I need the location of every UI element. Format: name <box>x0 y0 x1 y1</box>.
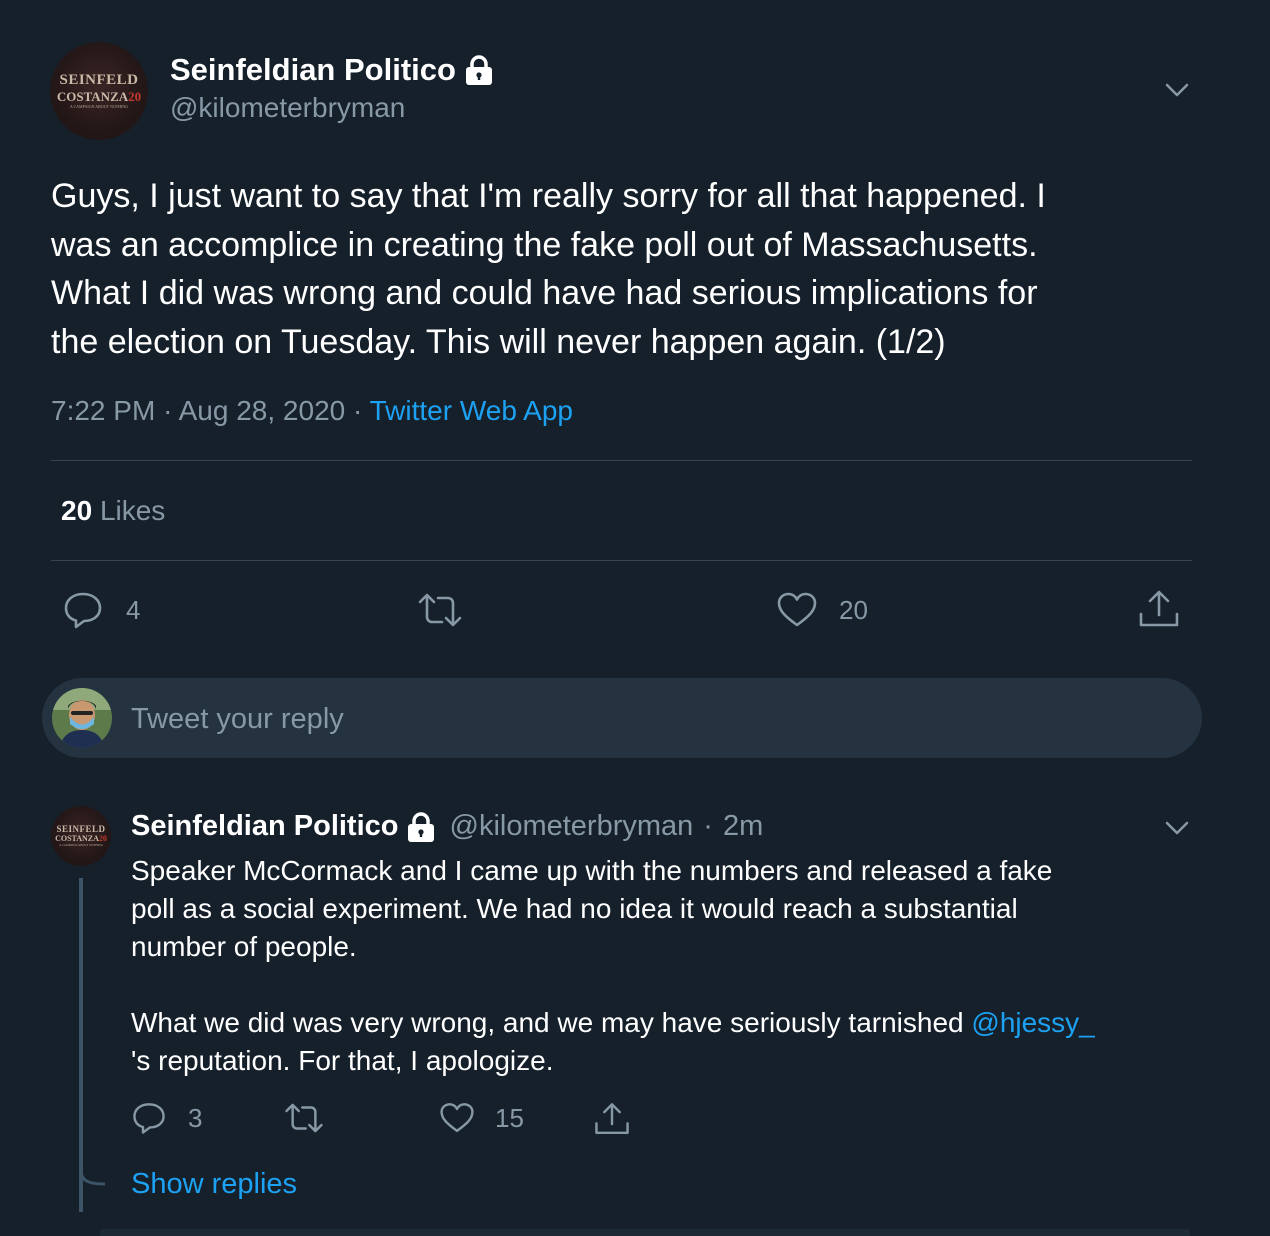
retweet-icon <box>285 1103 323 1133</box>
like-icon <box>777 592 817 627</box>
reply-author-name[interactable]: Seinfeldian Politico <box>131 810 399 843</box>
share-icon <box>595 1103 629 1135</box>
avatar-text-line2b: 20 <box>128 89 142 104</box>
divider <box>51 460 1192 461</box>
reply-retweet-button[interactable] <box>283 1100 325 1136</box>
avatar-text-line2: COSTANZA20 <box>57 90 141 103</box>
retweet-icon <box>418 593 462 627</box>
reply-count: 4 <box>126 594 141 625</box>
avatar-text-line1: SEINFELD <box>59 72 139 88</box>
reply-text-line: number of people. <box>131 931 357 962</box>
bottom-divider <box>100 1229 1190 1236</box>
show-replies-link[interactable]: Show replies <box>131 1168 297 1201</box>
like-icon <box>440 1103 474 1133</box>
reply-icon <box>133 1103 165 1134</box>
reply-text: Speaker McCormack and I came up with the… <box>131 852 1211 1080</box>
share-button[interactable] <box>1137 588 1181 630</box>
reply-button[interactable]: 4 <box>62 590 140 630</box>
tweet-text-line: was an accomplice in creating the fake p… <box>51 225 1038 264</box>
tweet-meta: 7:22 PM · Aug 28, 2020 · Twitter Web App <box>51 395 573 427</box>
lock-icon <box>407 811 434 842</box>
reply-text-line: Speaker McCormack and I came up with the… <box>131 855 1053 886</box>
reply-time[interactable]: 2m <box>723 810 763 843</box>
reply-text-line: poll as a social experiment. We had no i… <box>131 893 1018 924</box>
reply-reply-button[interactable]: 3 <box>131 1100 202 1136</box>
tweet-time[interactable]: 7:22 PM <box>51 395 155 426</box>
chevron-down-icon[interactable] <box>1163 818 1191 838</box>
avatar-text-line1: SEINFELD <box>56 824 106 834</box>
reply-author-row: Seinfeldian Politico @kilometerbryman · … <box>131 810 763 843</box>
tweet-date[interactable]: Aug 28, 2020 <box>179 395 346 426</box>
tweet-source-link[interactable]: Twitter Web App <box>370 395 573 426</box>
avatar-text-line2a: COSTANZA <box>55 834 99 843</box>
tweet-text: Guys, I just want to say that I'm really… <box>51 172 1231 366</box>
author-name[interactable]: Seinfeldian Politico <box>170 52 494 88</box>
divider <box>51 560 1192 561</box>
meta-separator: · <box>163 395 173 426</box>
avatar-text-line3: A CAMPAIGN ABOUT NOTHING <box>59 843 103 847</box>
share-icon <box>1139 590 1179 627</box>
thread-curve <box>79 1170 106 1186</box>
author-handle[interactable]: @kilometerbryman <box>170 92 405 124</box>
current-user-avatar[interactable] <box>52 688 112 748</box>
reply-text-segment: What we did was very wrong, and we may h… <box>131 1007 972 1038</box>
thread-line <box>79 878 83 1212</box>
tweet-text-line: What I did was wrong and could have had … <box>51 274 1038 312</box>
author-avatar[interactable]: SEINFELD COSTANZA20 A CAMPAIGN ABOUT NOT… <box>50 42 148 140</box>
meta-separator: · <box>703 810 713 842</box>
reply-icon <box>64 592 102 629</box>
mention-link[interactable]: @hjessy_ <box>971 1007 1094 1038</box>
chevron-down-icon[interactable] <box>1163 80 1191 100</box>
avatar-text-line2a: COSTANZA <box>56 89 129 104</box>
lock-icon <box>465 55 492 85</box>
tweet-text-line: the election on Tuesday. This will never… <box>51 322 946 361</box>
reply-text-line: What we did was very wrong, and we may h… <box>131 1004 1211 1042</box>
reply-author-avatar[interactable]: SEINFELD COSTANZA20 A CAMPAIGN ABOUT NOT… <box>51 806 111 866</box>
likes-label: Likes <box>99 495 166 526</box>
like-button[interactable]: 20 <box>776 590 868 630</box>
reply-reply-count: 3 <box>188 1102 203 1133</box>
reply-text-line: 's reputation. For that, I apologize. <box>131 1045 554 1076</box>
reply-author-handle[interactable]: @kilometerbryman <box>450 810 694 843</box>
likes-stat[interactable]: 20 Likes <box>61 495 165 527</box>
retweet-button[interactable] <box>416 590 464 630</box>
reply-input[interactable]: Tweet your reply <box>131 703 344 736</box>
meta-separator: · <box>353 395 363 426</box>
likes-count: 20 <box>61 495 93 526</box>
tweet-text-line: Guys, I just want to say that I'm really… <box>51 177 1046 215</box>
like-count: 20 <box>839 594 868 625</box>
user-photo <box>52 688 112 748</box>
avatar-text-line3: A CAMPAIGN ABOUT NOTHING <box>69 104 129 109</box>
reply-like-button[interactable]: 15 <box>439 1100 524 1136</box>
author-display-name: Seinfeldian Politico <box>170 52 456 87</box>
reply-like-count: 15 <box>495 1102 524 1133</box>
reply-share-button[interactable] <box>593 1100 631 1138</box>
avatar-text-line2b: 20 <box>98 834 107 843</box>
avatar-text-line2: COSTANZA20 <box>55 835 107 843</box>
